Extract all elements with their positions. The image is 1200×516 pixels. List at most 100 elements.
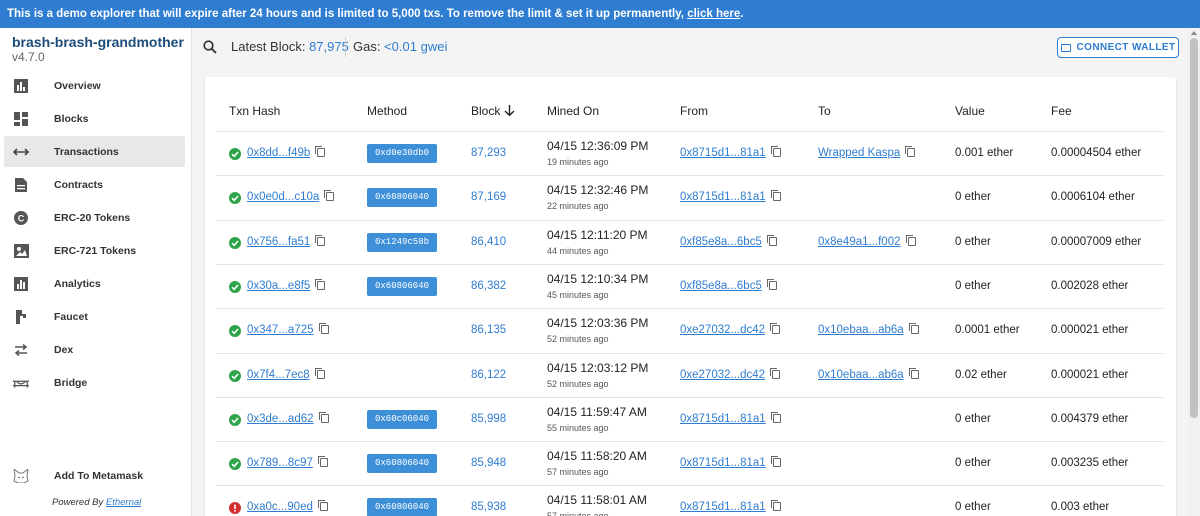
copy-icon[interactable] — [317, 456, 328, 468]
block-number-link[interactable]: 86,410 — [471, 236, 506, 248]
copy-icon[interactable] — [315, 234, 326, 246]
copy-icon[interactable] — [766, 234, 777, 246]
table-row[interactable]: 0xa0c...90ed 0x60806040 85,938 04/15 11:58:… — [205, 486, 1176, 516]
copy-icon[interactable] — [314, 367, 325, 379]
column-header-txn-hash: Txn Hash — [229, 104, 281, 118]
copy-icon[interactable] — [318, 323, 329, 335]
txn-hash-link[interactable]: 0x30a...e8f5 — [247, 280, 310, 292]
copy-icon[interactable] — [908, 367, 919, 379]
table-row[interactable]: 0x3de...ad62 0x60c06040 85,998 04/15 11:59:… — [205, 398, 1176, 442]
to-address-link[interactable]: 0x8e49a1...f002 — [818, 236, 901, 248]
arrow-down-icon[interactable] — [504, 104, 515, 118]
table-row[interactable]: 0x0e0d...c10a 0x60806040 87,169 04/15 12:32… — [205, 176, 1176, 220]
fee-cell: 0.000021 ether — [1051, 368, 1129, 381]
from-address-link[interactable]: 0xe27032...dc42 — [680, 369, 765, 381]
app-name[interactable]: brash-brash-grandmother — [12, 34, 184, 50]
banner-click-here-link[interactable]: click here — [687, 8, 740, 20]
method-badge: 0xd0e30db0 — [367, 144, 438, 163]
sidebar-item-erc721-tokens[interactable]: ERC-721 Tokens — [4, 235, 185, 266]
sidebar-item-dex[interactable]: Dex — [4, 334, 185, 365]
block-number-link[interactable]: 85,938 — [471, 501, 506, 513]
fee-cell: 0.000021 ether — [1051, 324, 1129, 337]
from-address-link[interactable]: 0xf85e8a...6bc5 — [680, 236, 762, 248]
table-row[interactable]: 0x756...fa51 0x1249c58b 86,410 04/15 12:11:… — [205, 221, 1176, 265]
faucet-icon — [13, 309, 29, 325]
txn-hash-link[interactable]: 0x7f4...7ec8 — [247, 369, 310, 381]
txn-hash-link[interactable]: 0x3de...ad62 — [247, 413, 314, 425]
connect-wallet-button[interactable]: CONNECT WALLET — [1057, 37, 1179, 58]
from-address-link[interactable]: 0xf85e8a...6bc5 — [680, 280, 762, 292]
page-scrollbar[interactable] — [1188, 28, 1200, 516]
block-number-link[interactable]: 86,135 — [471, 324, 506, 336]
sidebar-item-contracts[interactable]: Contracts — [4, 169, 185, 200]
to-address-link[interactable]: Wrapped Kaspa — [818, 147, 900, 159]
fee-cell: 0.003235 ether — [1051, 457, 1129, 470]
add-to-metamask-button[interactable]: Add To Metamask — [4, 464, 185, 488]
copy-icon[interactable] — [770, 367, 781, 379]
txn-hash-link[interactable]: 0xa0c...90ed — [247, 501, 313, 513]
scroll-up-arrow[interactable] — [1191, 31, 1197, 35]
txn-hash-link[interactable]: 0x8dd...f49b — [247, 147, 310, 159]
latest-block-value[interactable]: 87,975 — [309, 39, 349, 54]
block-number-link[interactable]: 85,948 — [471, 457, 506, 469]
table-row[interactable]: 0x30a...e8f5 0x60806040 86,382 04/15 12:10:… — [205, 265, 1176, 309]
from-address-link[interactable]: 0xe27032...dc42 — [680, 324, 765, 336]
from-address-link[interactable]: 0x8715d1...81a1 — [680, 501, 766, 513]
copy-icon[interactable] — [766, 278, 777, 290]
table-row[interactable]: 0x789...8c97 0x60806040 85,948 04/15 11:58:… — [205, 442, 1176, 486]
sidebar-item-bridge[interactable]: Bridge — [4, 367, 185, 398]
copy-icon[interactable] — [324, 190, 335, 202]
copy-icon[interactable] — [905, 234, 916, 246]
sidebar-item-erc20-tokens[interactable]: C ERC-20 Tokens — [4, 202, 185, 233]
copy-icon[interactable] — [318, 411, 329, 423]
fee-cell: 0.00007009 ether — [1051, 235, 1142, 248]
ethernal-link[interactable]: Ethernal — [106, 497, 141, 508]
sidebar-item-faucet[interactable]: Faucet — [4, 301, 185, 332]
block-number-link[interactable]: 87,293 — [471, 147, 506, 159]
from-address-link[interactable]: 0x8715d1...81a1 — [680, 147, 766, 159]
block-number-link[interactable]: 86,382 — [471, 280, 506, 292]
txn-hash-link[interactable]: 0x0e0d...c10a — [247, 191, 319, 203]
copy-icon[interactable] — [770, 190, 781, 202]
mined-on-relative: 45 minutes ago — [547, 289, 609, 300]
copy-icon[interactable] — [317, 500, 328, 512]
from-address-link[interactable]: 0x8715d1...81a1 — [680, 457, 766, 469]
from-address-link[interactable]: 0x8715d1...81a1 — [680, 413, 766, 425]
txn-hash-link[interactable]: 0x789...8c97 — [247, 457, 313, 469]
from-address-link[interactable]: 0x8715d1...81a1 — [680, 191, 766, 203]
block-number-link[interactable]: 87,169 — [471, 191, 506, 203]
to-address-link[interactable]: 0x10ebaa...ab6a — [818, 369, 904, 381]
mined-on-relative: 57 minutes ago — [547, 467, 609, 478]
copy-icon[interactable] — [770, 146, 781, 157]
sidebar-item-blocks[interactable]: Blocks — [4, 103, 185, 134]
copy-icon[interactable] — [770, 411, 781, 423]
txn-hash-link[interactable]: 0x347...a725 — [247, 324, 314, 336]
to-address-link[interactable]: 0x10ebaa...ab6a — [818, 324, 904, 336]
copy-icon[interactable] — [770, 323, 781, 335]
search-icon[interactable] — [203, 40, 217, 59]
txn-hash-link[interactable]: 0x756...fa51 — [247, 236, 310, 248]
copy-icon[interactable] — [908, 323, 919, 335]
sidebar-item-analytics[interactable]: Analytics — [4, 268, 185, 299]
copy-icon[interactable] — [770, 456, 781, 468]
table-row[interactable]: 0x8dd...f49b 0xd0e30db0 87,293 04/15 12:36:… — [205, 132, 1176, 176]
latest-block-label: Latest Block: — [231, 39, 306, 54]
block-number-link[interactable]: 85,998 — [471, 413, 506, 425]
table-row[interactable]: 0x7f4...7ec8 86,122 04/15 12:03:12 PM 52 mi… — [205, 354, 1176, 398]
sidebar-item-overview[interactable]: Overview — [4, 70, 185, 101]
copy-icon[interactable] — [315, 146, 326, 157]
from-cell: 0xf85e8a...6bc5 — [680, 234, 777, 248]
block-number-link[interactable]: 86,122 — [471, 369, 506, 381]
mined-on-relative: 57 minutes ago — [547, 511, 609, 516]
scrollbar-thumb[interactable] — [1190, 38, 1198, 418]
topbar-divider — [345, 37, 346, 57]
sidebar-item-label: Analytics — [54, 277, 101, 290]
column-header-block[interactable]: Block — [471, 104, 515, 118]
from-cell: 0x8715d1...81a1 — [680, 190, 781, 203]
sidebar-item-transactions[interactable]: Transactions — [4, 136, 185, 167]
copy-icon[interactable] — [315, 278, 326, 290]
copy-icon[interactable] — [770, 500, 781, 512]
copy-icon[interactable] — [905, 146, 916, 157]
txn-hash-cell: 0x3de...ad62 — [247, 411, 329, 425]
table-row[interactable]: 0x347...a725 86,135 04/15 12:03:36 PM 52 mi… — [205, 309, 1176, 353]
